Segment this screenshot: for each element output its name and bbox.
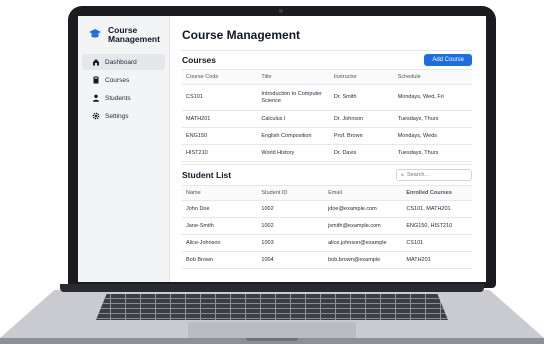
table-cell: Alice-Johnson bbox=[182, 234, 258, 252]
sidebar-item-courses[interactable]: Courses bbox=[82, 72, 165, 88]
table-row[interactable]: ENG150 English Composition Prof. Brown M… bbox=[182, 127, 472, 145]
table-cell: Calculus I bbox=[257, 110, 330, 128]
table-cell: jsmith@example.com bbox=[324, 217, 403, 235]
keyboard-rows bbox=[96, 294, 448, 320]
sidebar-item-settings[interactable]: Settings bbox=[82, 108, 165, 124]
home-icon bbox=[93, 59, 99, 66]
add-course-button[interactable]: Add Course bbox=[424, 54, 472, 66]
user-icon bbox=[93, 94, 99, 102]
table-cell: Dr. Smith bbox=[329, 84, 394, 111]
table-cell: Dr. Johnson bbox=[329, 110, 394, 128]
table-cell: Dr. Davis bbox=[329, 144, 394, 162]
column-header[interactable]: Schedule bbox=[393, 69, 472, 85]
table-cell: Tuesdays, Thurs bbox=[393, 144, 472, 162]
table-header-row: Course Code Title Instructor Schedule bbox=[182, 69, 472, 85]
sidebar-item-dashboard[interactable]: Dashboard bbox=[82, 54, 165, 70]
table-cell: Mondays, Wed, Fri bbox=[393, 84, 472, 111]
column-header[interactable]: Student ID bbox=[257, 185, 325, 201]
table-row[interactable]: Alice-Johnson 1003 alice.johnson@example… bbox=[182, 234, 472, 252]
table-cell: CS101 bbox=[402, 234, 472, 252]
page-title: Course Management bbox=[182, 28, 301, 42]
table-cell: Jane-Smith bbox=[182, 217, 258, 235]
table-cell: Introduction to Computer Science bbox=[257, 84, 330, 111]
column-header[interactable]: Instructor bbox=[329, 69, 394, 85]
table-cell: MATH201 bbox=[402, 251, 472, 269]
table-cell: bob.brown@example bbox=[324, 251, 403, 269]
table-cell: Bob Brown bbox=[182, 251, 258, 269]
table-cell: Mondays, Weds bbox=[393, 127, 472, 145]
brand-line-2: Management bbox=[108, 34, 160, 44]
students-table: Name Student ID Email Enrolled Courses J… bbox=[182, 185, 472, 269]
table-cell: alice.johnson@example bbox=[324, 234, 403, 252]
table-cell: World History bbox=[257, 144, 330, 162]
table-row[interactable]: Jane-Smith 1002 jsmith@example.com ENG15… bbox=[182, 217, 472, 235]
search-box[interactable] bbox=[396, 169, 472, 181]
table-cell: CS101 bbox=[182, 84, 258, 111]
table-cell: 1002 bbox=[257, 200, 325, 218]
keyboard-deck bbox=[0, 290, 544, 338]
sidebar-item-label: Settings bbox=[105, 112, 129, 120]
laptop-base bbox=[0, 284, 544, 344]
gear-icon bbox=[92, 112, 100, 120]
table-cell: 1002 bbox=[257, 217, 325, 235]
sidebar: Course Management Dashboard Courses Stud… bbox=[78, 16, 170, 282]
table-row[interactable]: John Doe 1002 jdoe@example.com CS101, MA… bbox=[182, 200, 472, 218]
lid-notch bbox=[246, 338, 298, 341]
table-cell: MATH201 bbox=[182, 110, 258, 128]
search-input[interactable] bbox=[404, 172, 467, 178]
table-cell: 1003 bbox=[257, 234, 325, 252]
table-cell: ENG150 bbox=[182, 127, 258, 145]
table-row[interactable]: Bob Brown 1004 bob.brown@example MATH201 bbox=[182, 251, 472, 269]
graduation-cap-icon bbox=[89, 29, 101, 38]
column-header[interactable]: Course Code bbox=[182, 69, 258, 85]
courses-title: Courses bbox=[182, 55, 217, 65]
sidebar-item-students[interactable]: Students bbox=[82, 90, 165, 106]
table-cell: English Composition bbox=[257, 127, 330, 145]
column-header[interactable]: Title bbox=[257, 69, 330, 85]
sidebar-item-label: Dashboard bbox=[105, 58, 137, 66]
table-cell: John Doe bbox=[182, 200, 258, 218]
courses-header: Courses Add Course bbox=[182, 51, 472, 69]
app-window: Course Management Dashboard Courses Stud… bbox=[78, 16, 486, 282]
students-header: Student List bbox=[182, 165, 472, 185]
table-row[interactable]: CS101 Introduction to Computer Science D… bbox=[182, 84, 472, 111]
sidebar-item-label: Students bbox=[105, 94, 131, 102]
table-row[interactable]: HIST210 World History Dr. Davis Tuesdays… bbox=[182, 144, 472, 162]
main-content: Course Management Courses Add Course Cou… bbox=[170, 16, 486, 282]
courses-table: Course Code Title Instructor Schedule CS… bbox=[182, 69, 472, 162]
column-header[interactable]: Name bbox=[182, 185, 258, 201]
brand-name: Course Management bbox=[108, 26, 160, 44]
sidebar-item-label: Courses bbox=[105, 76, 130, 84]
table-cell: 1004 bbox=[257, 251, 325, 269]
column-header[interactable]: Email bbox=[324, 185, 403, 201]
table-row[interactable]: MATH201 Calculus I Dr. Johnson Tuesdays,… bbox=[182, 110, 472, 128]
courses-card: Courses Add Course Course Code Title Ins… bbox=[182, 50, 472, 162]
camera bbox=[279, 9, 283, 13]
table-cell: Tuesdays, Thurs bbox=[393, 110, 472, 128]
table-cell: HIST210 bbox=[182, 144, 258, 162]
table-cell: jdoe@example.com bbox=[324, 200, 403, 218]
table-cell: ENG150, HIST210 bbox=[402, 217, 472, 235]
book-icon bbox=[93, 76, 99, 84]
table-cell: Prof. Brown bbox=[329, 127, 394, 145]
column-header[interactable]: Enrolled Courses bbox=[402, 185, 472, 201]
students-card: Student List Name Student ID Email Enrol… bbox=[182, 164, 472, 269]
students-title: Student List bbox=[182, 170, 232, 180]
table-cell: CS101, MATH201 bbox=[402, 200, 472, 218]
table-header-row: Name Student ID Email Enrolled Courses bbox=[182, 185, 472, 201]
hinge bbox=[60, 284, 484, 292]
brand: Course Management bbox=[78, 26, 169, 54]
